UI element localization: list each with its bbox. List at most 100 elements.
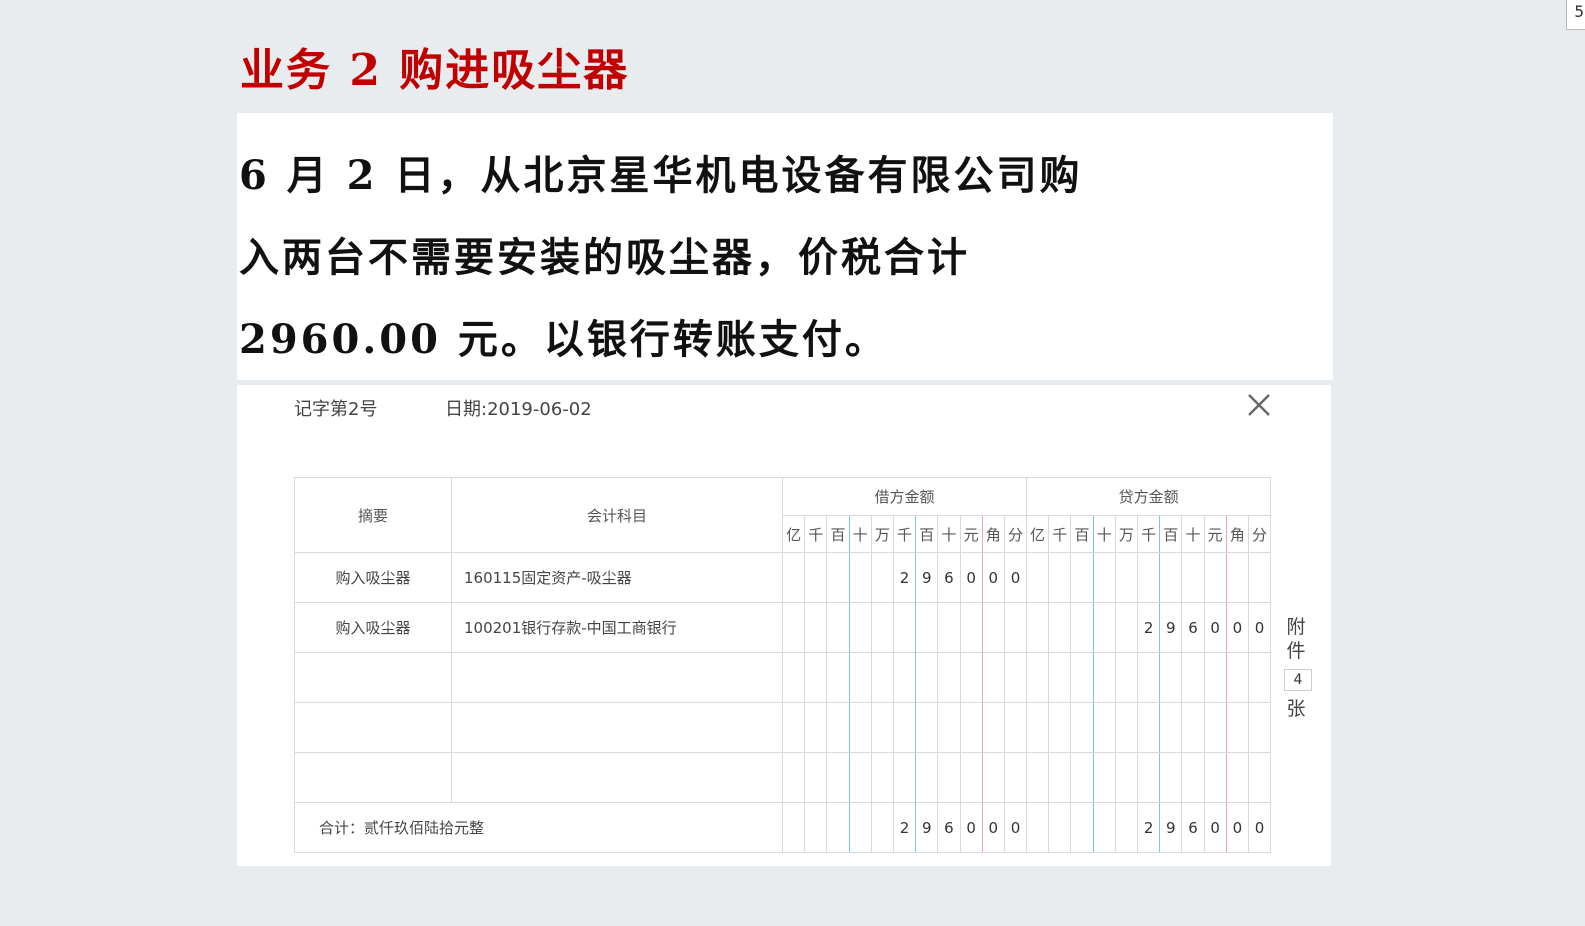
debit-digit-cell[interactable] (937, 752, 961, 803)
credit-digit-cell[interactable] (1181, 552, 1205, 603)
debit-digit-cell[interactable]: 0 (981, 802, 1005, 853)
credit-digit-cell[interactable] (1048, 702, 1072, 753)
credit-digit-cell[interactable] (1092, 602, 1116, 653)
debit-digit-cell[interactable]: 0 (959, 552, 983, 603)
debit-digit-cell[interactable] (892, 752, 917, 803)
account-cell[interactable]: 100201银行存款-中国工商银行 (451, 602, 783, 653)
credit-digit-cell[interactable]: 9 (1159, 602, 1183, 653)
debit-digit-cell[interactable] (826, 802, 850, 853)
credit-digit-cell[interactable] (1114, 552, 1139, 603)
credit-digit-cell[interactable] (1114, 752, 1139, 803)
debit-digit-cell[interactable] (826, 702, 850, 753)
credit-digit-cell[interactable] (1181, 702, 1205, 753)
debit-digit-cell[interactable]: 0 (1003, 552, 1028, 603)
debit-digit-cell[interactable] (826, 652, 850, 703)
credit-digit-cell[interactable] (1092, 702, 1116, 753)
credit-digit-cell[interactable] (1070, 552, 1094, 603)
debit-digit-cell[interactable] (781, 552, 806, 603)
credit-digit-cell[interactable]: 0 (1225, 802, 1249, 853)
debit-digit-cell[interactable] (781, 752, 806, 803)
debit-digit-cell[interactable]: 0 (981, 552, 1005, 603)
debit-digit-cell[interactable] (892, 602, 917, 653)
credit-digit-cell[interactable] (1247, 652, 1272, 703)
credit-digit-cell[interactable]: 2 (1136, 802, 1161, 853)
debit-digit-cell[interactable]: 6 (937, 552, 961, 603)
debit-digit-cell[interactable] (804, 802, 828, 853)
credit-digit-cell[interactable] (1070, 752, 1094, 803)
debit-digit-cell[interactable] (915, 752, 939, 803)
debit-digit-cell[interactable]: 0 (1003, 802, 1028, 853)
account-cell[interactable] (451, 752, 783, 803)
debit-digit-cell[interactable] (937, 652, 961, 703)
debit-digit-cell[interactable] (915, 702, 939, 753)
account-cell[interactable]: 160115固定资产-吸尘器 (451, 552, 783, 603)
credit-digit-cell[interactable] (1136, 552, 1161, 603)
debit-digit-cell[interactable] (937, 702, 961, 753)
debit-digit-cell[interactable] (870, 802, 894, 853)
credit-digit-cell[interactable] (1026, 552, 1050, 603)
account-cell[interactable] (451, 652, 783, 703)
debit-digit-cell[interactable]: 0 (959, 802, 983, 853)
debit-digit-cell[interactable] (870, 552, 894, 603)
debit-digit-cell[interactable] (937, 602, 961, 653)
debit-digit-cell[interactable] (781, 802, 806, 853)
credit-digit-cell[interactable]: 0 (1247, 602, 1272, 653)
credit-digit-cell[interactable] (1026, 802, 1050, 853)
credit-digit-cell[interactable] (1048, 552, 1072, 603)
debit-digit-cell[interactable] (848, 702, 872, 753)
credit-digit-cell[interactable] (1070, 802, 1094, 853)
credit-digit-cell[interactable]: 9 (1159, 802, 1183, 853)
debit-digit-cell[interactable] (848, 752, 872, 803)
credit-digit-cell[interactable] (1048, 802, 1072, 853)
debit-digit-cell[interactable] (848, 602, 872, 653)
debit-digit-cell[interactable] (981, 652, 1005, 703)
credit-digit-cell[interactable] (1225, 652, 1249, 703)
credit-digit-cell[interactable] (1114, 602, 1139, 653)
credit-digit-cell[interactable] (1203, 702, 1227, 753)
debit-digit-cell[interactable] (870, 752, 894, 803)
credit-digit-cell[interactable] (1070, 652, 1094, 703)
debit-digit-cell[interactable] (804, 602, 828, 653)
debit-digit-cell[interactable]: 2 (892, 802, 917, 853)
credit-digit-cell[interactable] (1181, 752, 1205, 803)
debit-digit-cell[interactable] (826, 602, 850, 653)
credit-digit-cell[interactable] (1181, 652, 1205, 703)
credit-digit-cell[interactable]: 0 (1203, 602, 1227, 653)
credit-digit-cell[interactable] (1070, 602, 1094, 653)
credit-digit-cell[interactable]: 2 (1136, 602, 1161, 653)
credit-digit-cell[interactable] (1159, 652, 1183, 703)
debit-digit-cell[interactable]: 6 (937, 802, 961, 853)
credit-digit-cell[interactable] (1114, 652, 1139, 703)
credit-digit-cell[interactable] (1203, 752, 1227, 803)
debit-digit-cell[interactable] (981, 702, 1005, 753)
credit-digit-cell[interactable]: 0 (1225, 602, 1249, 653)
debit-digit-cell[interactable] (1003, 752, 1028, 803)
debit-digit-cell[interactable] (826, 552, 850, 603)
close-icon[interactable] (1243, 389, 1275, 421)
debit-digit-cell[interactable] (870, 702, 894, 753)
credit-digit-cell[interactable] (1225, 752, 1249, 803)
debit-digit-cell[interactable] (870, 602, 894, 653)
debit-digit-cell[interactable] (870, 652, 894, 703)
debit-digit-cell[interactable] (915, 652, 939, 703)
debit-digit-cell[interactable] (848, 552, 872, 603)
credit-digit-cell[interactable] (1203, 552, 1227, 603)
debit-digit-cell[interactable]: 9 (915, 552, 939, 603)
credit-digit-cell[interactable]: 6 (1181, 602, 1205, 653)
credit-digit-cell[interactable] (1114, 802, 1139, 853)
credit-digit-cell[interactable] (1136, 752, 1161, 803)
credit-digit-cell[interactable]: 6 (1181, 802, 1205, 853)
debit-digit-cell[interactable] (781, 602, 806, 653)
credit-digit-cell[interactable] (1225, 702, 1249, 753)
debit-digit-cell[interactable] (804, 652, 828, 703)
debit-digit-cell[interactable] (826, 752, 850, 803)
credit-digit-cell[interactable] (1026, 752, 1050, 803)
credit-digit-cell[interactable]: 0 (1247, 802, 1272, 853)
credit-digit-cell[interactable] (1026, 652, 1050, 703)
debit-digit-cell[interactable] (781, 702, 806, 753)
debit-digit-cell[interactable] (781, 652, 806, 703)
summary-cell[interactable]: 购入吸尘器 (294, 552, 452, 603)
credit-digit-cell[interactable] (1092, 802, 1116, 853)
credit-digit-cell[interactable] (1048, 602, 1072, 653)
attachment-count[interactable]: 4 (1284, 669, 1312, 691)
